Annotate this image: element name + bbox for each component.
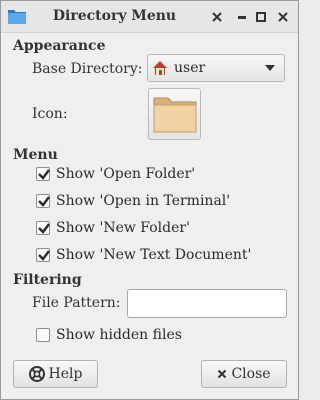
icon-label: Icon: — [32, 106, 68, 122]
checkbox-box — [36, 248, 50, 262]
checkbox-label: Show 'New Folder' — [56, 220, 190, 236]
check-icon — [38, 196, 50, 207]
folder-app-icon — [7, 7, 27, 25]
menu-header: Menu — [13, 147, 58, 163]
show-new-text-document-checkbox[interactable]: Show 'New Text Document' — [36, 246, 251, 264]
checkbox-label: Show hidden files — [56, 327, 182, 343]
close-button-label: Close — [231, 366, 271, 382]
chevron-down-icon — [265, 65, 275, 71]
checkbox-label: Show 'Open in Terminal' — [56, 193, 231, 209]
file-pattern-label: File Pattern: — [32, 295, 121, 311]
base-directory-label: Base Directory: — [32, 61, 143, 77]
show-hidden-files-checkbox[interactable]: Show hidden files — [36, 326, 182, 344]
checkbox-label: Show 'Open Folder' — [56, 166, 196, 182]
show-new-folder-checkbox[interactable]: Show 'New Folder' — [36, 219, 190, 237]
close-button[interactable]: Close — [201, 360, 287, 388]
check-icon — [38, 250, 50, 261]
check-icon — [38, 223, 50, 234]
checkbox-box — [36, 328, 50, 342]
home-icon — [153, 61, 167, 75]
maximize-icon[interactable] — [234, 9, 250, 25]
dialog-window: Directory Menu Appearance Base Directory… — [0, 0, 299, 400]
checkbox-label: Show 'New Text Document' — [56, 247, 252, 263]
show-open-in-terminal-checkbox[interactable]: Show 'Open in Terminal' — [36, 192, 230, 210]
checkbox-box — [36, 221, 50, 235]
help-button[interactable]: Help — [13, 360, 98, 388]
appearance-header: Appearance — [13, 38, 106, 54]
help-icon — [28, 366, 45, 382]
checkbox-box — [36, 167, 50, 181]
check-icon — [38, 169, 50, 180]
help-button-label: Help — [48, 366, 83, 382]
folder-icon — [153, 97, 196, 133]
base-directory-combo[interactable]: user — [147, 54, 285, 82]
base-directory-value: user — [174, 60, 206, 76]
icon-picker-button[interactable] — [148, 88, 201, 140]
close-window-icon[interactable] — [275, 9, 291, 25]
minimize-icon[interactable] — [209, 9, 225, 25]
window-title: Directory Menu — [52, 8, 177, 24]
close-icon — [217, 369, 227, 379]
filtering-header: Filtering — [13, 272, 82, 288]
title-bar[interactable]: Directory Menu — [1, 1, 298, 33]
restore-icon[interactable] — [253, 9, 269, 25]
file-pattern-input[interactable] — [127, 289, 287, 318]
show-open-folder-checkbox[interactable]: Show 'Open Folder' — [36, 165, 195, 183]
checkbox-box — [36, 194, 50, 208]
